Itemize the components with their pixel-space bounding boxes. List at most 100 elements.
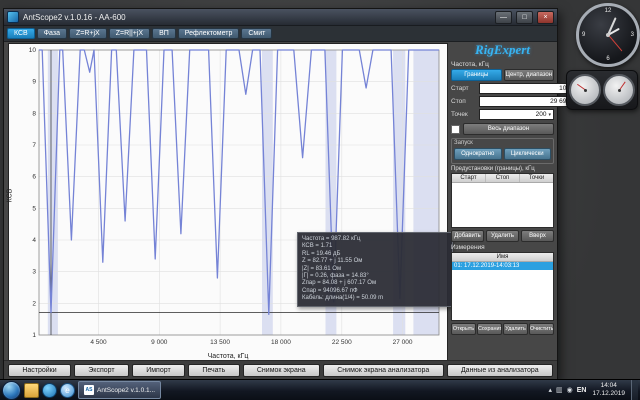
network-icon[interactable]: ▥ [556,387,563,394]
start-button[interactable] [2,381,21,400]
svg-text:4: 4 [32,237,36,244]
taskbar-date: 17.12.2019 [592,390,625,398]
stop-input[interactable] [479,96,573,107]
clock-number-9: 9 [582,32,585,38]
swr-chart[interactable]: 109876543214 5009 00013 50018 00022 5002… [8,43,448,362]
measurement-save-button[interactable]: Сохранить [477,323,502,335]
control-panel: RigExpert Частота, кГц Границы Центр, ди… [450,41,555,361]
measurement-delete-button[interactable]: Удалить [503,323,528,335]
svg-text:2: 2 [32,300,36,307]
svg-text:6: 6 [32,174,36,181]
svg-text:27 000: 27 000 [393,339,413,346]
media-player-icon[interactable] [42,383,57,398]
start-input[interactable] [479,83,573,94]
show-desktop-button[interactable] [631,380,638,400]
svg-text:10: 10 [29,47,37,54]
measurement-row-selected[interactable]: 01: 17.12.2019-14:03:13 [452,262,553,270]
taskbar: e AS AntScope2 v.1.0.1... ▴ ▥ ◉ EN 14:04… [0,379,640,400]
antscope-taskbar-button[interactable]: AS AntScope2 v.1.0.1... [78,381,161,399]
import-button[interactable]: Импорт [132,364,185,377]
analyzer-screenshot-button[interactable]: Снимок экрана анализатора [323,364,444,377]
run-continuous-button[interactable]: Циклически [504,148,552,160]
presets-table-header: Старт Стоп Точки [452,174,553,183]
antscope-window: AntScope2 v.1.0.16 - AA-600 — □ × КСВ Фа… [3,8,558,380]
clock-second-hand [608,35,622,52]
taskbar-clock[interactable]: 14:04 17.12.2019 [589,382,628,398]
option-checkbox[interactable] [451,125,460,134]
export-button[interactable]: Экспорт [74,364,129,377]
x-axis-title: Частота, кГц [9,353,447,360]
window-title: AntScope2 v.1.0.16 - AA-600 [23,13,491,22]
tab-smith[interactable]: Смит [241,28,272,39]
center-span-mode-button[interactable]: Центр, диапазон [504,69,555,81]
preset-delete-button[interactable]: Удалить [486,230,519,242]
tab-z-parallel[interactable]: Z=R||+jX [109,28,150,39]
range-mode-button[interactable]: Границы [451,69,502,81]
measurements-table-header: Имя [452,253,553,262]
swr-chart-canvas[interactable]: 109876543214 5009 00013 50018 00022 5002… [9,44,447,361]
settings-button[interactable]: Настройки [8,364,71,377]
tray-expand-icon[interactable]: ▴ [548,387,552,394]
clock-number-6: 6 [606,56,609,62]
svg-text:22 500: 22 500 [332,339,352,346]
tab-rl[interactable]: ВП [152,28,176,39]
browser-icon[interactable]: e [60,383,75,398]
language-indicator[interactable]: EN [577,387,587,394]
print-button[interactable]: Печать [188,364,240,377]
points-dropdown[interactable]: 200 ▾ [479,109,554,120]
presets-table-body[interactable] [452,183,553,227]
cursor-tooltip: Частота = 987.82 кГцКСВ = 1.71RL = 19.46… [297,232,453,307]
antscope-taskbar-icon: AS [84,385,94,395]
presets-table[interactable]: Старт Стоп Точки [451,173,554,228]
svg-text:9: 9 [32,79,36,86]
titlebar[interactable]: AntScope2 v.1.0.16 - AA-600 — □ × [4,9,557,26]
svg-text:18 000: 18 000 [271,339,291,346]
preset-add-button[interactable]: Добавить [451,230,484,242]
cpu-gauge [569,74,601,106]
presets-col-stop: Стоп [486,174,520,182]
svg-text:5: 5 [32,205,36,212]
taskbar-time: 14:04 [592,382,625,390]
tab-z-series[interactable]: Z=R+jX [69,28,107,39]
tab-tdr[interactable]: Рефлектометр [178,28,240,39]
measurement-open-button[interactable]: Открыть [451,323,476,335]
desktop: AntScope2 v.1.0.16 - AA-600 — □ × КСВ Фа… [0,0,640,400]
clock-number-3: 3 [631,32,634,38]
meter-gadget[interactable] [566,70,638,110]
explorer-icon[interactable] [24,383,39,398]
analyzer-data-button[interactable]: Данные из анализатора [447,364,553,377]
start-field-label: Старт [451,85,477,92]
points-field-label: Точек [451,111,477,118]
clock-number-12: 12 [605,8,612,14]
svg-text:1: 1 [32,332,36,339]
tab-phase[interactable]: Фаза [37,28,67,39]
presets-col-start: Старт [452,174,486,182]
svg-text:3: 3 [32,269,36,276]
tab-swr[interactable]: КСВ [7,28,35,39]
measurements-table-body[interactable]: 01: 17.12.2019-14:03:13 [452,262,553,320]
presets-section-label: Предустановки (границы), кГц [451,166,554,172]
maximize-button[interactable]: □ [516,11,533,24]
preset-up-button[interactable]: Вверх [521,230,554,242]
svg-text:7: 7 [32,142,36,149]
measurement-clear-button[interactable]: Очистить [529,323,554,335]
rigexpert-logo: RigExpert [450,41,555,59]
frequency-section-label: Частота, кГц [451,61,554,68]
bottom-toolbar: Настройки Экспорт Импорт Печать Снимок э… [4,360,557,379]
full-range-button[interactable]: Весь диапазон [463,123,554,135]
svg-text:9 000: 9 000 [151,339,168,346]
close-button[interactable]: × [537,11,554,24]
clock-gadget[interactable]: 12 3 6 9 [576,3,640,67]
svg-text:13 500: 13 500 [210,339,230,346]
clock-hub [606,33,610,37]
status-icon[interactable]: ◉ [567,387,573,394]
screenshot-button[interactable]: Снимок экрана [243,364,320,377]
run-group: Запуск Однократно Циклически [451,138,554,164]
minimize-button[interactable]: — [495,11,512,24]
window-content: 109876543214 5009 00013 50018 00022 5002… [4,41,557,361]
app-icon [7,11,19,23]
measurements-table[interactable]: Имя 01: 17.12.2019-14:03:13 [451,252,554,321]
run-single-button[interactable]: Однократно [454,148,502,160]
stop-field-label: Стоп [451,98,477,105]
measurements-col-name: Имя [452,253,553,261]
